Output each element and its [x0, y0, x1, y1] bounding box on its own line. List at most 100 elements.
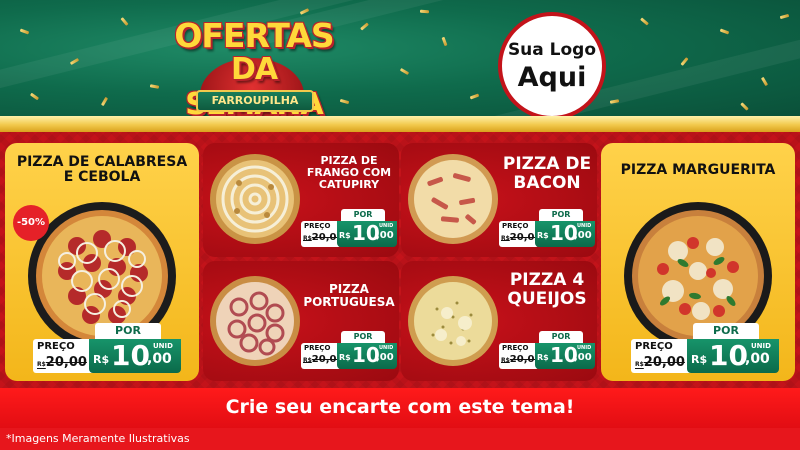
currency: R$ [339, 231, 351, 240]
offer-title-badge: OFERTAS DA SEMANA FARROUPILHA [168, 14, 340, 120]
new-price-label: POR [353, 210, 373, 219]
old-currency: R$ [501, 357, 510, 364]
product-title: PIZZA 4 QUEIJOS [497, 271, 597, 308]
logo-line-2: Aqui [517, 62, 587, 93]
title-line: PIZZA DE CALABRESA [16, 154, 188, 170]
product-card-4-queijos: PIZZA 4 QUEIJOS PREÇO R$20,00 POR R$ 10 … [401, 261, 597, 381]
currency: R$ [691, 353, 708, 366]
new-price-label-box: POR [95, 323, 161, 339]
confetti-piece [680, 57, 689, 66]
title-line: PORTUGUESA [303, 295, 395, 310]
currency: R$ [537, 353, 549, 362]
product-title: PIZZA DE FRANGO COM CATUPIRY [299, 154, 399, 191]
title-line-1: OFERTAS [174, 16, 334, 55]
unit-label: UNID [379, 345, 394, 351]
confetti-piece [419, 9, 430, 14]
new-price-label-box: POR [539, 331, 583, 343]
new-price-label: POR [353, 332, 373, 341]
confetti-piece [399, 67, 410, 76]
price-tag: PREÇO R$20,00 POR R$ 10 ,00 UNID [499, 209, 595, 251]
price-integer: 10 [709, 339, 748, 372]
confetti-piece [779, 13, 790, 20]
price-decimal: ,00 [574, 352, 592, 363]
price-tag: PREÇO R$20,00 POR R$ 10 ,00 UNID [301, 331, 397, 373]
product-card-calabresa: PIZZA DE CALABRESA E CEBOLA -50% PREÇO R… [5, 143, 199, 381]
confetti-piece [100, 96, 109, 107]
old-price-label: PREÇO [502, 222, 529, 230]
title-line: QUEIJOS [507, 288, 587, 309]
pizza-4-queijos-image [408, 276, 498, 366]
price-decimal: ,00 [376, 352, 394, 363]
new-price-label: POR [551, 332, 571, 341]
product-title: PIZZA DE CALABRESA E CEBOLA [5, 154, 199, 186]
discount-badge: -50% [13, 205, 49, 241]
disclaimer-text: *Imagens Meramente Ilustrativas [6, 432, 190, 445]
new-price-label-box: POR [693, 323, 759, 339]
price-tag: PREÇO R$20,00 POR R$ 10 ,00 UNID [33, 323, 183, 375]
title-line: BACON [513, 172, 581, 193]
new-price-box: R$ 10 ,00 UNID [337, 343, 397, 369]
new-price-label: POR [713, 324, 739, 337]
old-price-label: PREÇO [37, 341, 75, 352]
old-price-label: PREÇO [304, 344, 331, 352]
old-currency: R$ [37, 361, 46, 368]
price-tag: PREÇO R$20,00 POR R$ 10 ,00 UNID [499, 331, 595, 373]
product-title: PIZZA PORTUGUESA [299, 282, 399, 310]
product-card-marguerita: PIZZA MARGUERITA PREÇO R$20,00 POR R$ 10 [601, 143, 795, 381]
new-price-box: R$ 10 ,00 UNID [535, 221, 595, 247]
unit-label: UNID [379, 223, 394, 229]
currency: R$ [537, 231, 549, 240]
confetti-piece [149, 84, 160, 89]
old-price: R$20,00 [635, 355, 685, 370]
confetti-piece [640, 17, 649, 26]
location-ribbon: FARROUPILHA [196, 90, 314, 112]
old-currency: R$ [303, 357, 312, 364]
gold-divider [0, 116, 800, 132]
unit-label: UNID [577, 223, 592, 229]
new-price-box: R$ 10 ,00 UNID [89, 339, 181, 373]
title-line: PIZZA MARGUERITA [620, 162, 776, 178]
price-tag: PREÇO R$20,00 POR R$ 10 ,00 UNID [301, 209, 397, 251]
confetti-piece [441, 36, 448, 47]
product-card-portuguesa: PIZZA PORTUGUESA PREÇO R$20,00 POR R$ 10… [203, 261, 399, 381]
new-price-label: POR [115, 324, 141, 337]
price-decimal: ,00 [574, 230, 592, 241]
old-price: R$20,00 [37, 355, 87, 370]
header-banner: OFERTAS DA SEMANA FARROUPILHA Sua Logo A… [0, 0, 800, 120]
product-card-bacon: PIZZA DE BACON PREÇO R$20,00 POR R$ 10 ,… [401, 143, 597, 257]
new-price-box: R$ 10 ,00 UNID [687, 339, 779, 373]
confetti-piece [719, 28, 730, 35]
logo-placeholder: Sua Logo Aqui [498, 12, 606, 120]
confetti-piece [19, 28, 30, 35]
new-price-label-box: POR [341, 331, 385, 343]
old-price-label: PREÇO [502, 344, 529, 352]
confetti-piece [120, 17, 129, 26]
new-price-box: R$ 10 ,00 UNID [337, 221, 397, 247]
currency: R$ [339, 353, 351, 362]
confetti-piece [360, 22, 369, 31]
cta-banner: Crie seu encarte com este tema! [0, 388, 800, 428]
old-price-value: 20,00 [45, 355, 87, 370]
title-line: E CEBOLA [63, 169, 141, 186]
price-decimal: ,00 [376, 230, 394, 241]
confetti-piece [760, 76, 769, 87]
new-price-label: POR [551, 210, 571, 219]
product-title: PIZZA DE BACON [497, 155, 597, 192]
old-currency: R$ [501, 235, 510, 242]
price-tag: PREÇO R$20,00 POR R$ 10 ,00 UNID [631, 323, 781, 375]
unit-label: UNID [751, 342, 771, 350]
price-decimal: ,00 [745, 351, 770, 367]
confetti-piece [339, 98, 350, 105]
old-price-label: PREÇO [304, 222, 331, 230]
currency: R$ [93, 353, 110, 366]
new-price-box: R$ 10 ,00 UNID [535, 343, 595, 369]
product-title: PIZZA MARGUERITA [601, 162, 795, 178]
pizza-portuguesa-image [210, 276, 300, 366]
confetti-piece [469, 93, 480, 100]
title-line: PIZZA DE [502, 154, 592, 174]
old-price-value: 20,00 [643, 355, 685, 370]
old-currency: R$ [303, 235, 312, 242]
new-price-label-box: POR [539, 209, 583, 221]
new-price-label-box: POR [341, 209, 385, 221]
title-line: PIZZA 4 [509, 270, 585, 290]
